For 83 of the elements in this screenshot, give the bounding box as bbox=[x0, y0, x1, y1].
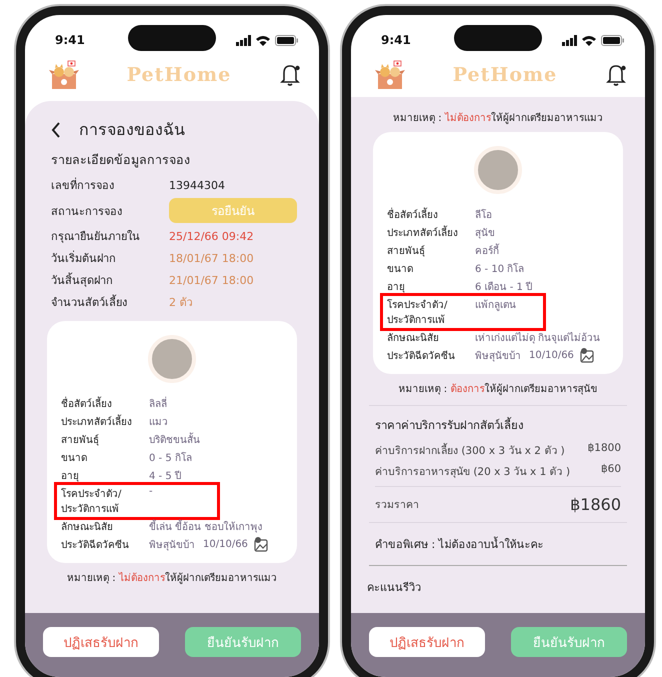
vaccine-date: 10/10/66 bbox=[203, 539, 248, 550]
note-text: หมายเหตุ : ไม่ต้องการให้ผู้ฝากเตรียมอาหารแมว bbox=[392, 111, 604, 126]
notification-bell-icon bbox=[279, 63, 301, 87]
confirm-button[interactable]: ยืนยันรับฝาก bbox=[511, 627, 627, 657]
price-amount: ฿1800 bbox=[588, 442, 621, 456]
field-label: ขนาด bbox=[387, 263, 414, 276]
total-amount: ฿1860 bbox=[570, 495, 621, 514]
app-logo: PetHome bbox=[126, 64, 232, 86]
field-label: ชื่อสัตว์เลี้ยง bbox=[387, 207, 475, 222]
special-request: คำขอพิเศษ : ไม่ต้องอาบน้ำให้นะคะ bbox=[369, 522, 627, 566]
field-value: ลิลลี่ bbox=[149, 396, 167, 411]
status-badge: รอยืนยัน bbox=[169, 198, 297, 223]
field-label: สายพันธุ์ bbox=[387, 244, 426, 258]
image-icon bbox=[580, 348, 594, 363]
review-heading: คะแนนรีวิว bbox=[366, 580, 422, 596]
page-title: การจองของฉัน bbox=[79, 119, 185, 141]
total-label: รวมราคา bbox=[375, 498, 419, 513]
field-label: โรคประจำตัว/ ประวัติการแพ้ bbox=[387, 298, 448, 327]
notification-bell-icon bbox=[605, 63, 627, 87]
field-value: 6 เดือน - 1 ปี bbox=[475, 280, 532, 294]
price-item: ค่าบริการอาหารสุนัข (20 x 3 วัน x 1 ตัว ) bbox=[375, 465, 570, 480]
signal-icon bbox=[562, 34, 577, 46]
field-value: แมว bbox=[149, 416, 168, 429]
field-label: ชื่อสัตว์เลี้ยง bbox=[61, 396, 149, 411]
info-label: กรุณายืนยันภายใน bbox=[51, 229, 141, 245]
status-time: 9:41 bbox=[55, 33, 85, 47]
info-label: จำนวนสัตว์เลี้ยง bbox=[51, 294, 128, 311]
reject-button[interactable]: ปฏิเสธรับฝาก bbox=[43, 627, 159, 657]
pet-photo-placeholder bbox=[148, 335, 196, 383]
field-label: ประเภทสัตว์เลี้ยง bbox=[61, 414, 149, 429]
field-value: ขี้เล่น ขี้อ้อน ชอบให้เกาพุง bbox=[149, 519, 262, 534]
field-label: ลักษณะนิสัย bbox=[61, 521, 114, 534]
battery-icon bbox=[601, 34, 625, 46]
cat-box-logo-icon bbox=[375, 60, 405, 90]
field-label: ขนาด bbox=[61, 452, 88, 465]
field-value: สุนัข bbox=[475, 227, 495, 240]
pet-photo-placeholder bbox=[474, 146, 522, 194]
status-time: 9:41 bbox=[381, 33, 411, 47]
field-value: แพ้กลูเตน bbox=[475, 298, 516, 312]
field-label: ลักษณะนิสัย bbox=[387, 332, 440, 345]
vaccine-date: 10/10/66 bbox=[529, 350, 574, 361]
image-icon bbox=[254, 537, 268, 552]
field-value: พิษสุนัขบ้า bbox=[149, 538, 195, 552]
note-text: หมายเหตุ : ไม่ต้องการให้ผู้ฝากเตรียมอาหารแมว bbox=[66, 571, 278, 586]
field-label: อายุ bbox=[61, 470, 80, 483]
field-value: 4 - 5 ปี bbox=[149, 470, 181, 483]
wifi-icon bbox=[581, 34, 597, 46]
field-label: ประวัติฉีดวัคซีน bbox=[61, 538, 130, 552]
field-value: 0 - 5 กิโล bbox=[149, 451, 192, 465]
info-value: 18/01/67 18:00 bbox=[169, 252, 255, 264]
app-logo: PetHome bbox=[452, 64, 558, 86]
field-value: บริติชขนสั้น bbox=[149, 432, 200, 447]
price-title: ราคาค่าบริการรับฝากสัตว์เลี้ยง bbox=[375, 416, 525, 434]
battery-icon bbox=[275, 34, 299, 46]
info-label: วันสิ้นสุดฝาก bbox=[51, 272, 114, 289]
wifi-icon bbox=[255, 34, 271, 46]
info-label: วันเริ่มต้นฝาก bbox=[51, 250, 117, 267]
info-value: 2 ตัว bbox=[169, 295, 194, 311]
cat-box-logo-icon bbox=[49, 60, 79, 90]
field-label: ประวัติฉีดวัคซีน bbox=[387, 350, 456, 363]
info-label: เลขที่การจอง bbox=[51, 176, 115, 194]
info-label: สถานะการจอง bbox=[51, 204, 123, 220]
field-label: ประเภทสัตว์เลี้ยง bbox=[387, 225, 475, 240]
price-item: ค่าบริการฝากเลี้ยง (300 x 3 วัน x 2 ตัว ) bbox=[375, 442, 565, 459]
field-value: คอร์กี้ bbox=[475, 243, 499, 258]
confirm-button[interactable]: ยืนยันรับฝาก bbox=[185, 627, 301, 657]
field-value: ลีโอ bbox=[475, 208, 492, 222]
info-value: 13944304 bbox=[169, 178, 226, 192]
field-label: สายพันธุ์ bbox=[61, 433, 100, 447]
info-value: 25/12/66 09:42 bbox=[169, 230, 255, 242]
reject-button[interactable]: ปฏิเสธรับฝาก bbox=[369, 627, 485, 657]
field-value: - bbox=[149, 486, 153, 497]
back-icon bbox=[51, 122, 61, 138]
field-label: โรคประจำตัว/ ประวัติการแพ้ bbox=[61, 487, 122, 516]
section-title: รายละเอียดข้อมูลการจอง bbox=[50, 151, 191, 170]
info-value: 21/01/67 18:00 bbox=[169, 274, 255, 286]
field-value: เห่าเก่งแต่ไม่ดุ กินจุแต่ไม่อ้วน bbox=[475, 331, 600, 345]
note-text: หมายเหตุ : ต้องการให้ผู้ฝากเตรียมอาหารสุนัข bbox=[398, 382, 598, 397]
signal-icon bbox=[236, 34, 251, 46]
field-label: อายุ bbox=[387, 281, 406, 294]
price-amount: ฿60 bbox=[600, 463, 621, 477]
field-value: 6 - 10 กิโล bbox=[475, 262, 524, 276]
field-value: พิษสุนัขบ้า bbox=[475, 350, 521, 363]
